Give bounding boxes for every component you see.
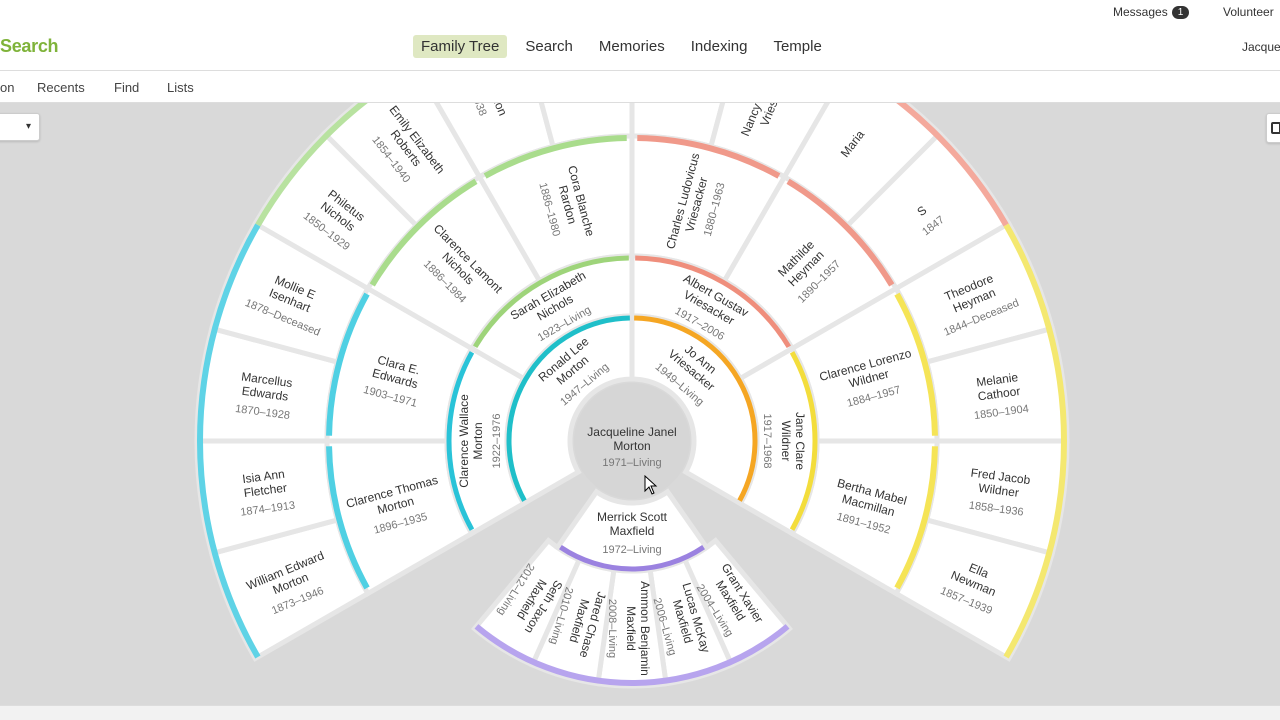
nav-memories[interactable]: Memories	[591, 35, 673, 58]
person-dates: 2008–Living	[606, 599, 618, 658]
generations-dropdown[interactable]: ▾	[0, 113, 40, 141]
messages-label: Messages	[1113, 5, 1168, 19]
spouse-name: Maxfield	[610, 524, 655, 538]
person-name: Ammon Benjamin	[638, 581, 652, 676]
spouse-dates: 1972–Living	[602, 544, 661, 556]
messages-count-badge: 1	[1171, 6, 1190, 19]
spouse-name: Merrick Scott	[597, 510, 668, 524]
fan-chart-canvas[interactable]: Jacqueline Janel Morton 1971–Living Ronald …	[0, 103, 1280, 705]
nav-temple[interactable]: Temple	[765, 35, 829, 58]
volunteer-link[interactable]: Volunteer	[1223, 5, 1274, 19]
subnav-find[interactable]: Find	[114, 80, 139, 95]
logo[interactable]: Search	[0, 36, 59, 57]
messages-link[interactable]: Messages 1	[1113, 5, 1190, 19]
focus-person-name: Jacqueline Janel	[587, 425, 676, 439]
sub-nav: on Recents Find Lists	[0, 72, 1280, 103]
person-dates: 1917–1968	[761, 413, 773, 468]
focus-person-dates: 1971–Living	[602, 457, 661, 469]
nav-indexing[interactable]: Indexing	[683, 35, 756, 58]
subnav-tree[interactable]: on	[0, 80, 14, 95]
person-name: Maxfield	[624, 606, 638, 651]
subnav-lists[interactable]: Lists	[167, 80, 194, 95]
mouse-cursor-icon	[644, 475, 658, 495]
nav-search[interactable]: Search	[517, 35, 581, 58]
person-name: Wildner	[779, 421, 793, 462]
person-card[interactable]: MarcellusEdwards1870–1928	[234, 369, 295, 423]
person-name: Clarence Wallace	[457, 394, 471, 488]
fan-chart: Jacqueline JanelMorton1971–LivingRonald …	[194, 103, 1070, 689]
print-button[interactable]	[1266, 113, 1280, 143]
nav-family-tree[interactable]: Family Tree	[413, 35, 508, 58]
subnav-recents[interactable]: Recents	[37, 80, 85, 95]
top-header: Messages 1 Volunteer Search Family Tree S…	[0, 0, 1280, 71]
print-icon	[1271, 122, 1280, 134]
bottom-bar	[0, 705, 1280, 720]
person-dates: 1922–1976	[491, 413, 503, 468]
person-name: Morton	[471, 422, 485, 459]
chevron-down-icon: ▾	[25, 121, 31, 132]
user-menu[interactable]: Jacque	[1242, 40, 1280, 54]
focus-person-name: Morton	[613, 439, 650, 453]
person-name: Jane Clare	[793, 412, 807, 470]
main-nav: Family Tree Search Memories Indexing Tem…	[413, 35, 840, 58]
